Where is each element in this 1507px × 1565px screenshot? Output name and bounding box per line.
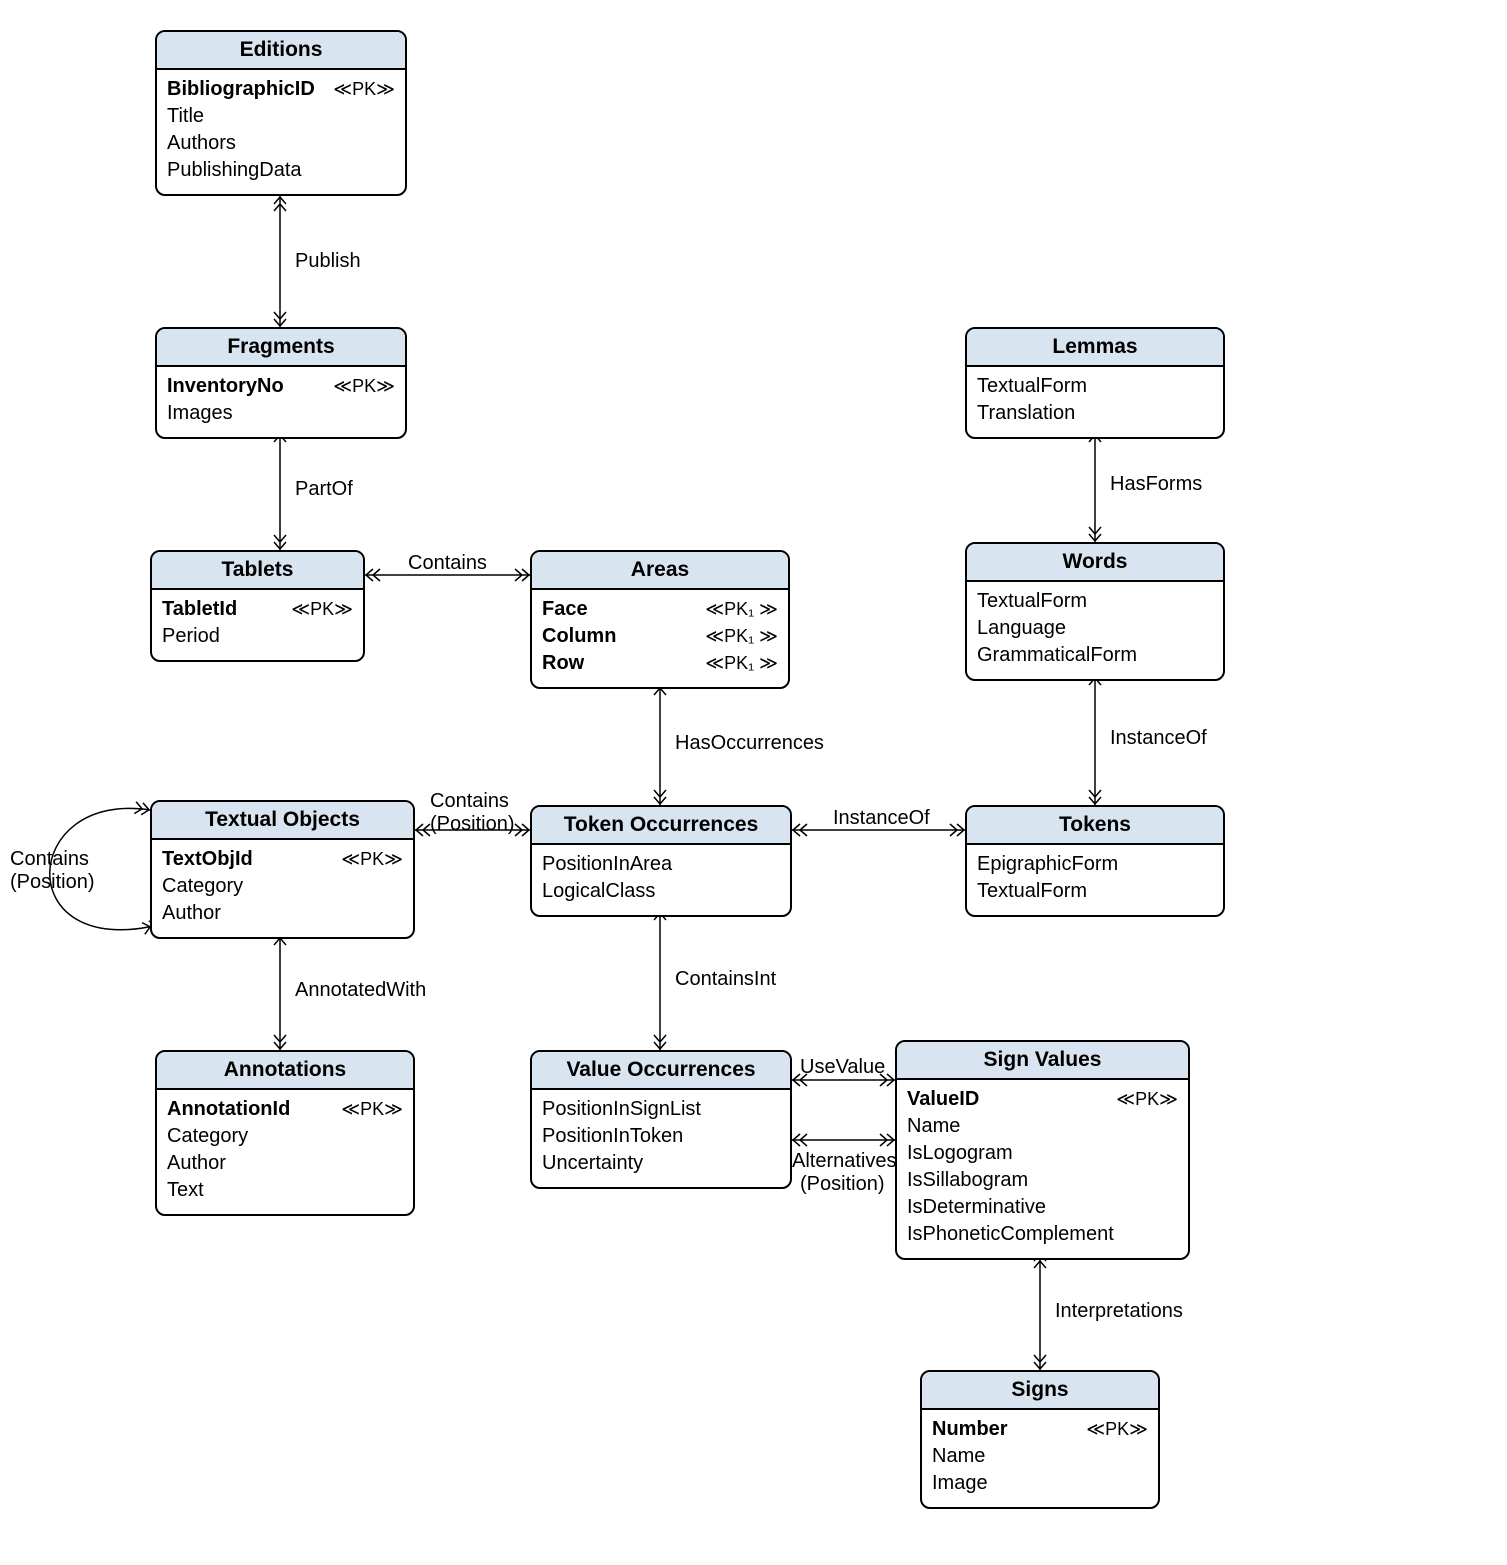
rel-containsint: ContainsInt xyxy=(675,968,776,991)
rel-contains: Contains xyxy=(408,552,487,575)
entity-title: Tokens xyxy=(967,807,1223,845)
attr-row: Uncertainty xyxy=(542,1150,780,1177)
entity-title: Textual Objects xyxy=(152,802,413,840)
entity-title: Annotations xyxy=(157,1052,413,1090)
entity-textual-objects: Textual Objects TextObjId≪PK≫ Category A… xyxy=(150,800,415,939)
attr-row: PositionInSignList xyxy=(542,1096,780,1123)
attr-row: GrammaticalForm xyxy=(977,642,1213,669)
attr-row: Name xyxy=(932,1443,1148,1470)
rel-instanceof-tokenocc-tokens: InstanceOf xyxy=(833,807,930,830)
er-connections xyxy=(0,0,1507,1565)
entity-title: Tablets xyxy=(152,552,363,590)
entity-body: PositionInArea LogicalClass xyxy=(532,845,790,915)
attr-row: Name xyxy=(907,1113,1178,1140)
rel-alternatives-b: (Position) xyxy=(800,1173,884,1196)
attr-row: TextualForm xyxy=(977,588,1213,615)
attr-row: Title xyxy=(167,103,395,130)
rel-self-contains-b: (Position) xyxy=(10,871,94,894)
attr-row: Translation xyxy=(977,400,1213,427)
attr-row: TextualForm xyxy=(977,373,1213,400)
attr-row: Authors xyxy=(167,130,395,157)
entity-body: Face≪PK₁ ≫ Column≪PK₁ ≫ Row≪PK₁ ≫ xyxy=(532,590,788,687)
attr-row: TextualForm xyxy=(977,878,1213,905)
attr-row: TextObjId≪PK≫ xyxy=(162,846,403,873)
entity-body: BibliographicID≪PK≫ Title Authors Publis… xyxy=(157,70,405,194)
attr-row: Text xyxy=(167,1177,403,1204)
attr-row: Face≪PK₁ ≫ xyxy=(542,596,778,623)
attr-row: InventoryNo≪PK≫ xyxy=(167,373,395,400)
attr-row: PublishingData xyxy=(167,157,395,184)
attr-row: Category xyxy=(162,873,403,900)
entity-tokens: Tokens EpigraphicForm TextualForm xyxy=(965,805,1225,917)
entity-value-occurrences: Value Occurrences PositionInSignList Pos… xyxy=(530,1050,792,1189)
entity-title: Sign Values xyxy=(897,1042,1188,1080)
rel-instanceof-words-tokens: InstanceOf xyxy=(1110,727,1207,750)
entity-title: Signs xyxy=(922,1372,1158,1410)
rel-usevalue: UseValue xyxy=(800,1056,885,1079)
entity-title: Value Occurrences xyxy=(532,1052,790,1090)
entity-title: Words xyxy=(967,544,1223,582)
entity-title: Editions xyxy=(157,32,405,70)
attr-row: Number≪PK≫ xyxy=(932,1416,1148,1443)
entity-body: ValueID≪PK≫ Name IsLogogram IsSillabogra… xyxy=(897,1080,1188,1258)
entity-tablets: Tablets TabletId≪PK≫ Period xyxy=(150,550,365,662)
entity-title: Token Occurrences xyxy=(532,807,790,845)
attr-row: Period xyxy=(162,623,353,650)
attr-row: EpigraphicForm xyxy=(977,851,1213,878)
attr-row: Image xyxy=(932,1470,1148,1497)
entity-editions: Editions BibliographicID≪PK≫ Title Autho… xyxy=(155,30,407,196)
entity-body: PositionInSignList PositionInToken Uncer… xyxy=(532,1090,790,1187)
entity-words: Words TextualForm Language GrammaticalFo… xyxy=(965,542,1225,681)
attr-row: Author xyxy=(162,900,403,927)
rel-interpretations: Interpretations xyxy=(1055,1300,1183,1323)
attr-row: Category xyxy=(167,1123,403,1150)
attr-row: IsSillabogram xyxy=(907,1167,1178,1194)
entity-signs: Signs Number≪PK≫ Name Image xyxy=(920,1370,1160,1509)
entity-fragments: Fragments InventoryNo≪PK≫ Images xyxy=(155,327,407,439)
rel-hasforms: HasForms xyxy=(1110,473,1202,496)
rel-hasoccurrences: HasOccurrences xyxy=(675,732,824,755)
rel-self-contains-a: Contains xyxy=(10,848,89,871)
attr-row: PositionInToken xyxy=(542,1123,780,1150)
attr-row: LogicalClass xyxy=(542,878,780,905)
attr-row: IsPhoneticComplement xyxy=(907,1221,1178,1248)
attr-row: BibliographicID≪PK≫ xyxy=(167,76,395,103)
entity-body: TextualForm Translation xyxy=(967,367,1223,437)
entity-title: Lemmas xyxy=(967,329,1223,367)
entity-sign-values: Sign Values ValueID≪PK≫ Name IsLogogram … xyxy=(895,1040,1190,1260)
attr-row: TabletId≪PK≫ xyxy=(162,596,353,623)
entity-body: EpigraphicForm TextualForm xyxy=(967,845,1223,915)
attr-row: Row≪PK₁ ≫ xyxy=(542,650,778,677)
entity-body: TabletId≪PK≫ Period xyxy=(152,590,363,660)
entity-body: InventoryNo≪PK≫ Images xyxy=(157,367,405,437)
rel-partof: PartOf xyxy=(295,478,353,501)
attr-row: Author xyxy=(167,1150,403,1177)
attr-row: Images xyxy=(167,400,395,427)
entity-areas: Areas Face≪PK₁ ≫ Column≪PK₁ ≫ Row≪PK₁ ≫ xyxy=(530,550,790,689)
entity-body: Number≪PK≫ Name Image xyxy=(922,1410,1158,1507)
entity-title: Fragments xyxy=(157,329,405,367)
entity-body: TextObjId≪PK≫ Category Author xyxy=(152,840,413,937)
rel-alternatives-a: Alternatives xyxy=(792,1150,897,1173)
rel-contains-position-a: Contains xyxy=(430,790,509,813)
attr-row: ValueID≪PK≫ xyxy=(907,1086,1178,1113)
attr-row: Column≪PK₁ ≫ xyxy=(542,623,778,650)
entity-body: AnnotationId≪PK≫ Category Author Text xyxy=(157,1090,413,1214)
rel-contains-position-b: (Position) xyxy=(430,813,514,836)
rel-publish: Publish xyxy=(295,250,361,273)
attr-row: IsDeterminative xyxy=(907,1194,1178,1221)
entity-annotations: Annotations AnnotationId≪PK≫ Category Au… xyxy=(155,1050,415,1216)
attr-row: PositionInArea xyxy=(542,851,780,878)
entity-lemmas: Lemmas TextualForm Translation xyxy=(965,327,1225,439)
attr-row: AnnotationId≪PK≫ xyxy=(167,1096,403,1123)
attr-row: IsLogogram xyxy=(907,1140,1178,1167)
rel-annotatedwith: AnnotatedWith xyxy=(295,979,426,1002)
entity-title: Areas xyxy=(532,552,788,590)
entity-token-occurrences: Token Occurrences PositionInArea Logical… xyxy=(530,805,792,917)
entity-body: TextualForm Language GrammaticalForm xyxy=(967,582,1223,679)
attr-row: Language xyxy=(977,615,1213,642)
